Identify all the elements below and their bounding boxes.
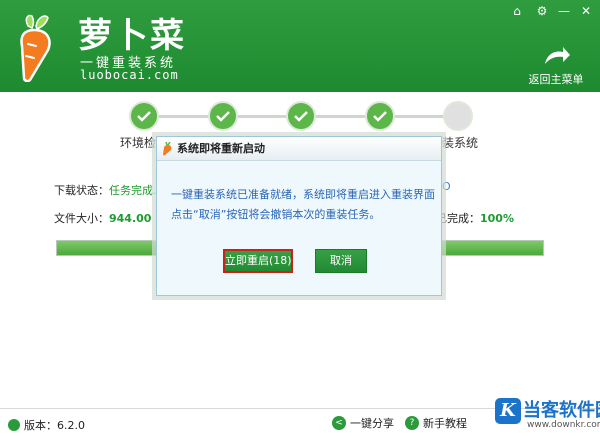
completed-label: 已完成：	[436, 212, 480, 225]
gear-icon[interactable]: ⚙	[534, 3, 550, 19]
carrot-logo-icon	[20, 14, 51, 82]
share-icon: <	[332, 416, 346, 430]
step-2-check-icon	[208, 101, 238, 131]
dialog-message-line-2: 点击“取消”按钮将会撤销本次的重装任务。	[171, 208, 381, 221]
share-button[interactable]: < 一键分享	[332, 415, 394, 431]
tutorial-icon: ?	[405, 416, 419, 430]
dialog-message-line-1: 一键重装系统已准备就绪，系统即将重启进入重装界面	[171, 188, 435, 201]
dialog-title-bar: 系统即将重新启动	[157, 137, 441, 161]
status-link[interactable]: O	[442, 180, 451, 193]
download-status: 下载状态：任务完成.	[54, 182, 157, 198]
close-icon[interactable]: ✕	[578, 3, 594, 19]
return-arrow-icon	[545, 47, 570, 64]
restart-dialog: 系统即将重新启动 一键重装系统已准备就绪，系统即将重启进入重装界面 点击“取消”…	[156, 136, 442, 296]
watermark-name: 当客软件园	[523, 400, 600, 421]
step-4-check-icon	[365, 101, 395, 131]
file-size-label: 文件大小：	[54, 212, 109, 225]
watermark-logo-icon: K	[495, 398, 521, 424]
info-icon	[8, 419, 20, 431]
completed-percent: 已完成：100%	[436, 210, 514, 226]
watermark-url: www.downkr.com	[527, 420, 600, 430]
download-status-value: 任务完成.	[109, 184, 157, 197]
brand-name: 萝卜菜	[78, 16, 186, 56]
carrot-small-icon	[163, 142, 172, 156]
dialog-title: 系统即将重新启动	[177, 142, 265, 155]
cancel-button[interactable]: 取消	[315, 249, 367, 273]
brand-url: luobocai.com	[80, 68, 179, 82]
back-to-main-menu-button[interactable]: 返回主菜单	[522, 44, 590, 88]
app-header: 萝卜菜 一键重装系统 luobocai.com ⌂ ⚙ — ✕ 返回主菜单	[0, 0, 600, 92]
minimize-icon[interactable]: —	[556, 3, 572, 19]
tutorial-label: 新手教程	[423, 417, 467, 430]
step-3-check-icon	[286, 101, 316, 131]
download-status-label: 下载状态：	[54, 184, 109, 197]
completed-value: 100%	[480, 212, 514, 225]
dialog-message: 一键重装系统已准备就绪，系统即将重启进入重装界面 点击“取消”按钮将会撤销本次的…	[171, 185, 435, 225]
back-home-label: 返回主菜单	[528, 73, 584, 86]
home-icon[interactable]: ⌂	[509, 3, 525, 19]
tutorial-button[interactable]: ? 新手教程	[405, 415, 467, 431]
restart-now-button[interactable]: 立即重启(18)	[223, 249, 293, 273]
version-text: 版本：6.2.0	[24, 419, 85, 432]
step-5-pending-icon	[443, 101, 473, 131]
version-info: 版本：6.2.0	[8, 417, 85, 433]
watermark: K 当客软件园 www.downkr.com	[495, 396, 600, 436]
step-1-check-icon	[129, 101, 159, 131]
share-label: 一键分享	[350, 417, 394, 430]
